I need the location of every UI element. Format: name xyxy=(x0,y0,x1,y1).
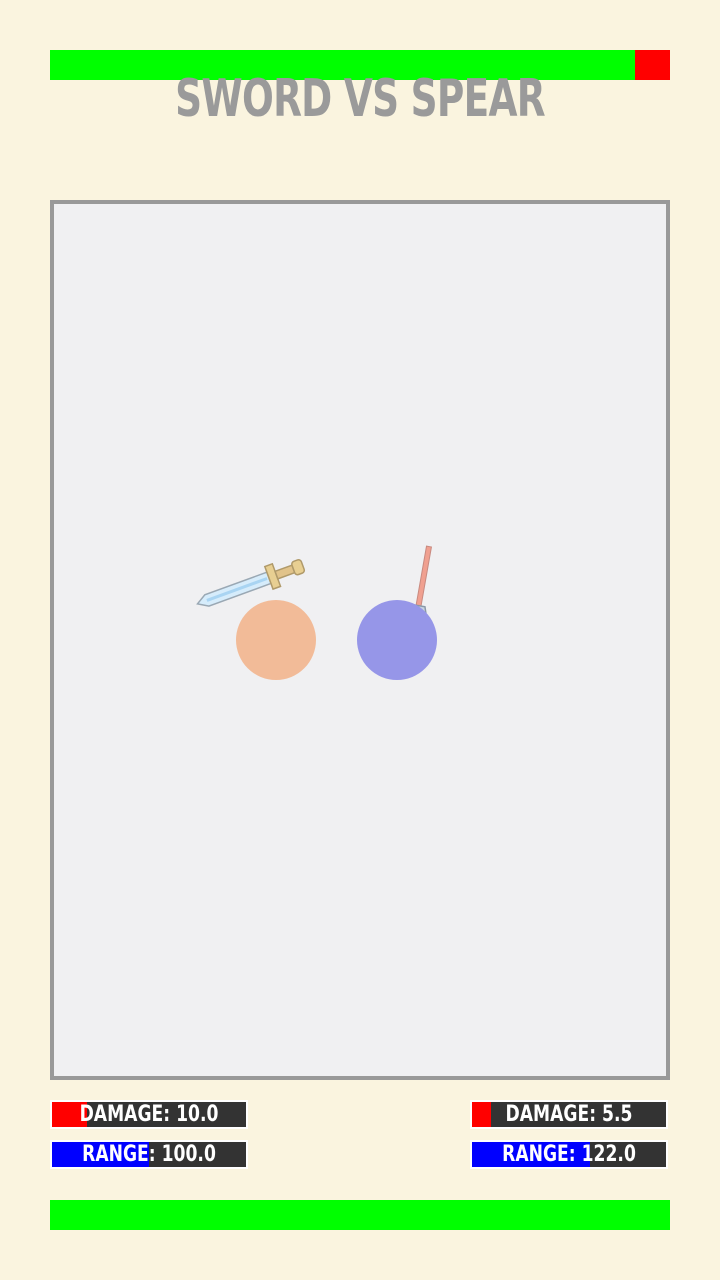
left-range-label: RANGE: 100.0 xyxy=(82,1142,216,1167)
bottom-health-bar xyxy=(50,1200,670,1230)
right-range-stat: RANGE: 122.0 xyxy=(470,1140,668,1169)
bottom-health-fill xyxy=(50,1200,670,1230)
right-damage-bar xyxy=(472,1102,492,1127)
right-damage-label: DAMAGE: 5.5 xyxy=(505,1102,633,1127)
page-title: SWORD VS SPEAR xyxy=(175,69,545,129)
right-range-label: RANGE: 122.0 xyxy=(502,1142,636,1167)
left-damage-stat: DAMAGE: 10.0 xyxy=(50,1100,248,1129)
spear-fighter xyxy=(357,600,437,680)
right-damage-stat: DAMAGE: 5.5 xyxy=(470,1100,668,1129)
left-damage-label: DAMAGE: 10.0 xyxy=(79,1102,219,1127)
arena xyxy=(50,200,670,1080)
left-range-stat: RANGE: 100.0 xyxy=(50,1140,248,1169)
sword-fighter xyxy=(236,600,316,680)
